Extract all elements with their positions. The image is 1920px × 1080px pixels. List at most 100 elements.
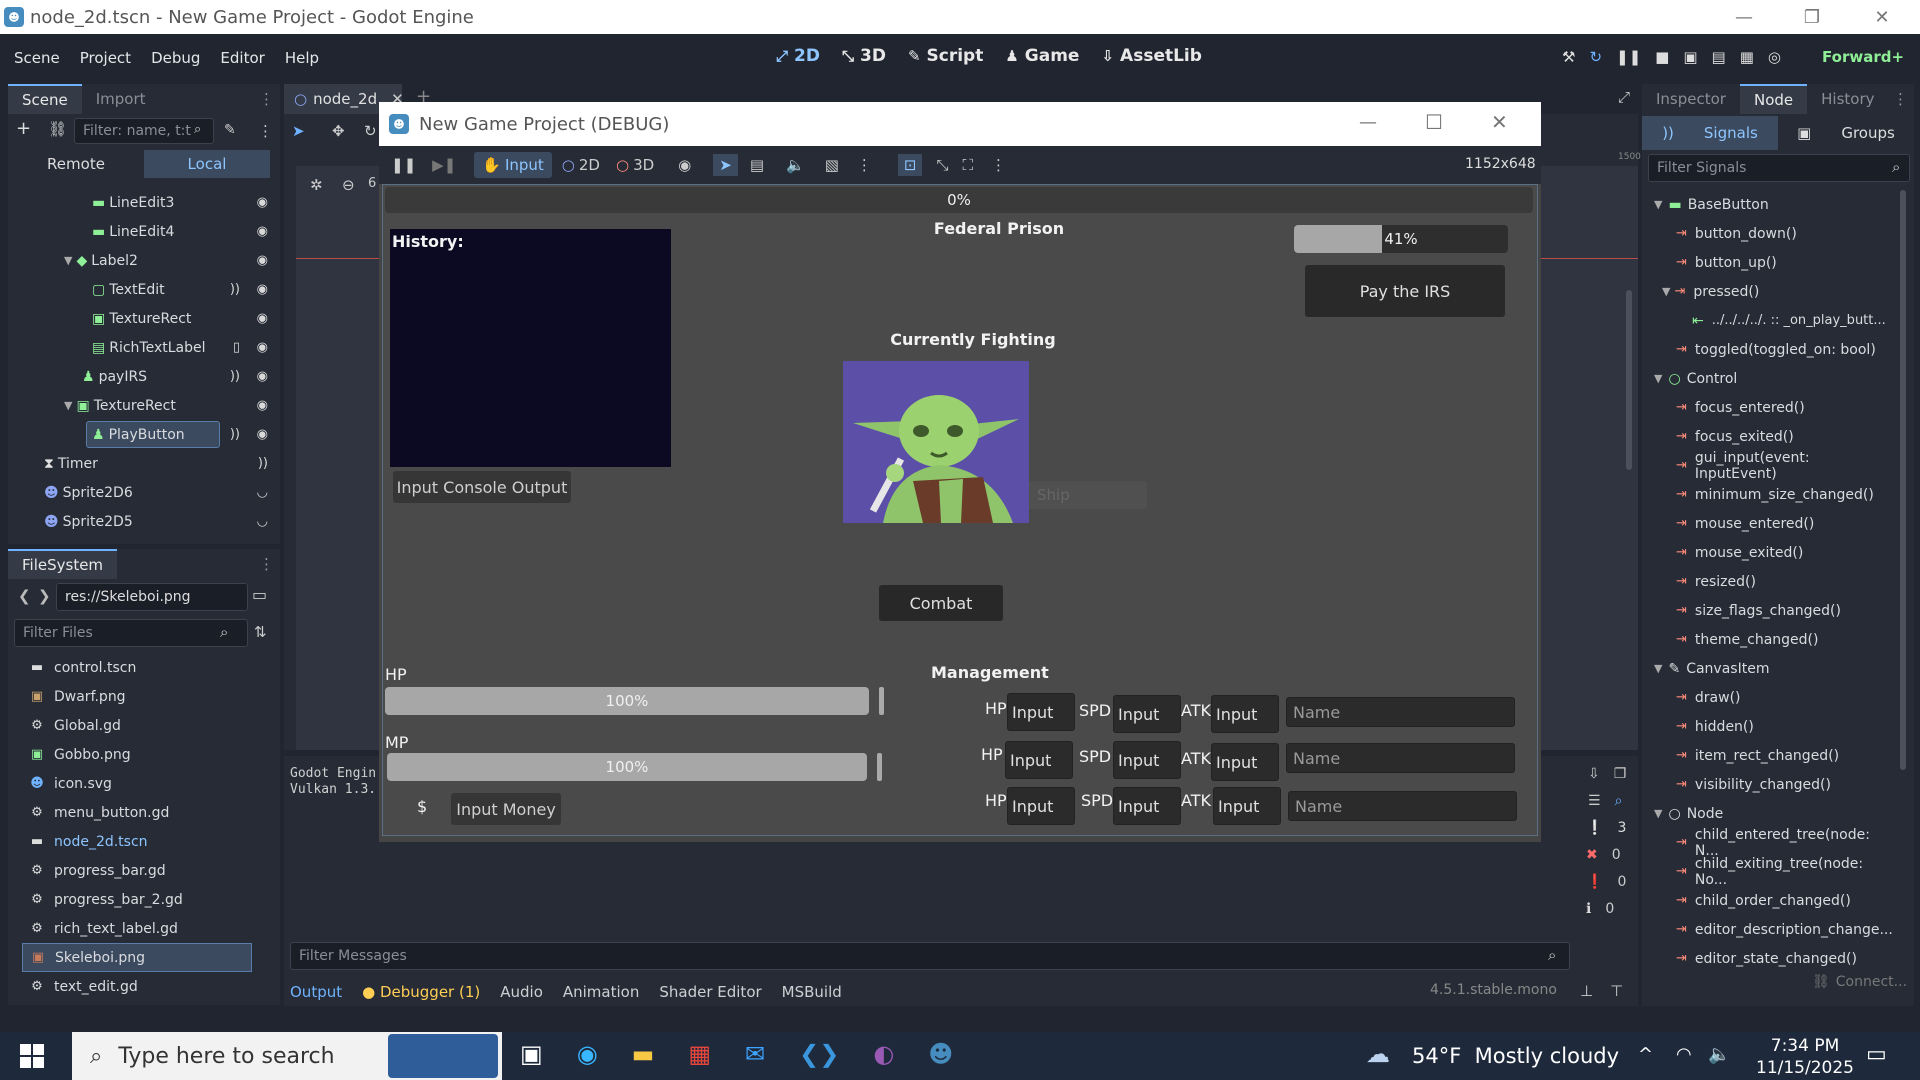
hammer-icon[interactable]: ⚒ bbox=[1562, 48, 1575, 66]
tab-node[interactable]: Node bbox=[1739, 84, 1808, 114]
visibility-icon[interactable]: ◉ bbox=[257, 427, 268, 442]
file-skeleboi-png[interactable]: ▣ Skeleboi.png bbox=[22, 943, 252, 972]
split-view-icon[interactable]: ▭ bbox=[252, 585, 267, 604]
connect-button[interactable]: ⛓ Connect... bbox=[1812, 974, 1907, 990]
workspace-game[interactable]: ♟ Game bbox=[1005, 46, 1079, 66]
signal-visibility-changed[interactable]: ⇥ visibility_changed() bbox=[1648, 770, 1888, 799]
restore-button[interactable]: ❐ bbox=[1784, 0, 1840, 34]
combat-button[interactable]: Combat bbox=[879, 585, 1003, 621]
renderer-selector[interactable]: Forward+ bbox=[1822, 48, 1904, 66]
mail-icon[interactable]: ✉ bbox=[745, 1040, 765, 1068]
groups-tab[interactable]: ▣ Groups bbox=[1778, 116, 1914, 150]
signal-item-rect-changed[interactable]: ⇥ item_rect_changed() bbox=[1648, 741, 1888, 770]
signal-size-flags-changed[interactable]: ⇥ size_flags_changed() bbox=[1648, 596, 1888, 625]
signals-tab[interactable]: )) Signals bbox=[1642, 116, 1778, 150]
menu-scene[interactable]: Scene bbox=[14, 49, 60, 67]
signal-icon[interactable]: )) bbox=[230, 282, 240, 297]
signal-editor-state-changed[interactable]: ⇥ editor_state_changed() bbox=[1648, 944, 1888, 972]
atk-input-2[interactable]: Input bbox=[1211, 743, 1279, 781]
sort-icon[interactable]: ⇅ bbox=[254, 623, 267, 641]
select-tool-icon[interactable]: ➤ bbox=[292, 122, 305, 140]
expand-panel-icon[interactable]: ⊤ bbox=[1610, 982, 1623, 1000]
signal-group-canvasitem[interactable]: ▼ ✎ CanvasItem bbox=[1648, 654, 1888, 683]
workspace-assetlib[interactable]: ⇩ AssetLib bbox=[1101, 46, 1201, 66]
signal-child-entered-tree[interactable]: ⇥ child_entered_tree(node: N... bbox=[1648, 827, 1888, 859]
dock-menu-icon[interactable]: ⋮ bbox=[259, 555, 274, 573]
dock-menu-icon[interactable]: ⋮ bbox=[259, 90, 274, 108]
github-desktop-icon[interactable]: ◐ bbox=[873, 1040, 894, 1068]
pin-icon[interactable]: ⊥ bbox=[1580, 982, 1593, 1000]
file-progress-bar-gd[interactable]: ⚙ progress_bar.gd bbox=[28, 856, 268, 885]
signal-icon[interactable]: )) bbox=[230, 369, 240, 384]
log-count-icon[interactable]: ❕ bbox=[1586, 820, 1603, 836]
mode-2d-button[interactable]: ○ 2D bbox=[562, 156, 600, 174]
tree-node-sprite2d5[interactable]: ☻ Sprite2D5 ◡ bbox=[8, 507, 278, 536]
hp-input-1[interactable]: Input bbox=[1007, 693, 1075, 731]
visibility-icon[interactable]: ◉ bbox=[678, 156, 691, 174]
file-rich-text-label-gd[interactable]: ⚙ rich_text_label.gd bbox=[28, 914, 268, 943]
play-custom-icon[interactable]: ▦ bbox=[1740, 48, 1754, 66]
reload-icon[interactable]: ↻ bbox=[1589, 48, 1602, 66]
tree-node-texturerect[interactable]: ▣ TextureRect ◉ bbox=[8, 304, 278, 333]
signal-toggled[interactable]: ⇥ toggled(toggled_on: bool) bbox=[1648, 335, 1888, 364]
maximize-button[interactable]: ☐ bbox=[1425, 110, 1443, 134]
atk-input-3[interactable]: Input bbox=[1213, 787, 1281, 825]
tray-chevron-icon[interactable]: ^ bbox=[1638, 1044, 1653, 1065]
menu-debug[interactable]: Debug bbox=[151, 49, 200, 67]
minimize-button[interactable]: — bbox=[1716, 0, 1772, 34]
tree-node-lineedit3[interactable]: ▬ LineEdit3 ◉ bbox=[8, 188, 278, 217]
name-input-3[interactable]: Name bbox=[1288, 791, 1517, 821]
visibility-icon[interactable]: ◉ bbox=[257, 311, 268, 326]
signal-minimum-size-changed[interactable]: ⇥ minimum_size_changed() bbox=[1648, 480, 1888, 509]
signal-button-up[interactable]: ⇥ button_up() bbox=[1648, 248, 1888, 277]
file-text-edit-gd[interactable]: ⚙ text_edit.gd bbox=[28, 972, 268, 1001]
movie-maker-icon[interactable]: ◎ bbox=[1768, 48, 1781, 66]
select-icon[interactable]: ➤ bbox=[713, 154, 738, 176]
windows-start-icon[interactable] bbox=[20, 1044, 44, 1068]
input-mode-button[interactable]: ✋ Input bbox=[474, 152, 552, 178]
add-node-icon[interactable]: + bbox=[16, 118, 31, 139]
signal-focus-exited[interactable]: ⇥ focus_exited() bbox=[1648, 422, 1888, 451]
file-progress-bar-2-gd[interactable]: ⚙ progress_bar_2.gd bbox=[28, 885, 268, 914]
pause-icon[interactable]: ❚❚ bbox=[391, 156, 416, 174]
spd-input-1[interactable]: Input bbox=[1113, 695, 1181, 733]
tree-node-label2[interactable]: ▼ ◆ Label2 ◉ bbox=[8, 246, 278, 275]
next-frame-icon[interactable]: ▶❚ bbox=[432, 156, 456, 174]
signal-editor-description-changed[interactable]: ⇥ editor_description_change... bbox=[1648, 915, 1893, 944]
weather-text[interactable]: 54°F Mostly cloudy bbox=[1412, 1044, 1619, 1068]
tab-inspector[interactable]: Inspector bbox=[1642, 84, 1740, 114]
back-icon[interactable]: ❮ bbox=[18, 587, 31, 605]
file-icon-svg[interactable]: ☻ icon.svg bbox=[28, 769, 268, 798]
remote-tab[interactable]: Remote bbox=[8, 150, 144, 178]
name-input-1[interactable]: Name bbox=[1286, 697, 1515, 727]
signal-hidden[interactable]: ⇥ hidden() bbox=[1648, 712, 1888, 741]
info-icon[interactable]: ℹ bbox=[1586, 901, 1591, 917]
visibility-icon[interactable]: ◉ bbox=[257, 398, 268, 413]
hp-input-3[interactable]: Input bbox=[1007, 787, 1075, 825]
stretch-icon[interactable]: ⛶ bbox=[962, 156, 973, 174]
workspace-script[interactable]: ✎ Script bbox=[908, 46, 983, 66]
vertical-scrollbar[interactable] bbox=[1626, 290, 1632, 470]
spd-input-2[interactable]: Input bbox=[1113, 741, 1181, 779]
tree-node-texturerect-2[interactable]: ▼ ▣ TextureRect ◉ bbox=[8, 391, 278, 420]
tree-node-lineedit4[interactable]: ▬ LineEdit4 ◉ bbox=[8, 217, 278, 246]
file-explorer-icon[interactable]: ▬ bbox=[632, 1040, 655, 1068]
tree-node-richtextlabel[interactable]: ▤ RichTextLabel ▯ ◉ bbox=[8, 333, 278, 362]
signal-connection-play-button[interactable]: ⇤ ../../../../. :: _on_play_butt... bbox=[1648, 306, 1902, 335]
hp-input-2[interactable]: Input bbox=[1005, 741, 1073, 779]
signal-icon[interactable]: )) bbox=[258, 456, 268, 471]
workspace-2d[interactable]: ⤢ 2D bbox=[776, 46, 820, 66]
file-gobbo-png[interactable]: ▣ Gobbo.png bbox=[28, 740, 268, 769]
signal-resized[interactable]: ⇥ resized() bbox=[1648, 567, 1888, 596]
fit-window-icon[interactable]: ⊡ bbox=[897, 154, 923, 176]
signal-focus-entered[interactable]: ⇥ focus_entered() bbox=[1648, 393, 1888, 422]
tab-output[interactable]: Output bbox=[290, 983, 342, 1001]
signal-mouse-exited[interactable]: ⇥ mouse_exited() bbox=[1648, 538, 1888, 567]
notification-icon[interactable]: ▭ bbox=[1866, 1042, 1887, 1067]
rotate-tool-icon[interactable]: ↻ bbox=[364, 122, 377, 140]
zoom-out-icon[interactable]: ⊖ bbox=[342, 176, 355, 194]
pay-irs-button[interactable]: Pay the IRS bbox=[1305, 265, 1505, 317]
file-global-gd[interactable]: ⚙ Global.gd bbox=[28, 711, 268, 740]
play-scene-icon[interactable]: ▤ bbox=[1712, 48, 1726, 66]
file-filter-input[interactable]: Filter Files bbox=[14, 619, 248, 647]
